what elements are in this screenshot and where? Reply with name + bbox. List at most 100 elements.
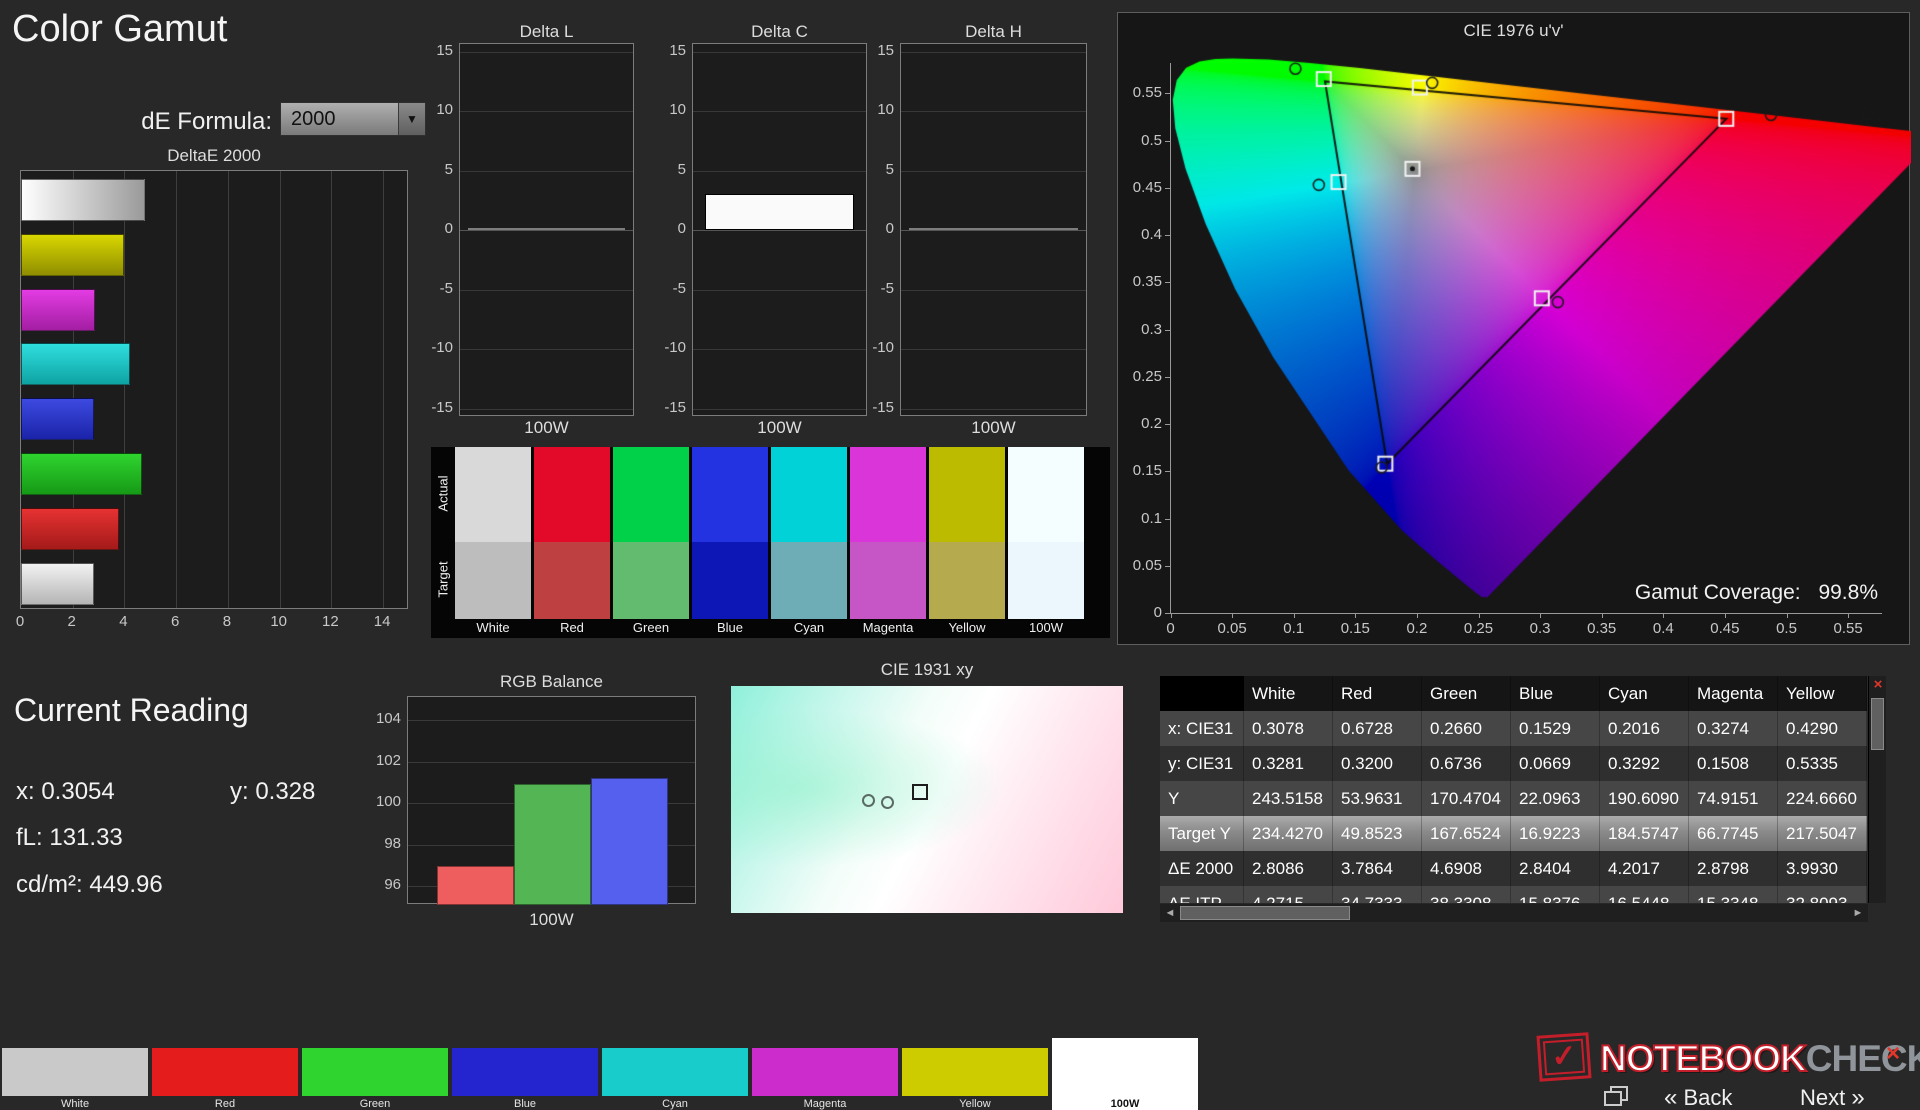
table-cell: 243.5158 <box>1244 781 1333 816</box>
table-cell: 0.3292 <box>1600 746 1689 781</box>
tick-label: 0.25 <box>1463 620 1494 637</box>
deltae-bar-blue <box>21 398 95 441</box>
color-patch-label: Yellow <box>959 1098 991 1110</box>
tick-label: 10 <box>669 101 686 118</box>
tick-label: 0.15 <box>1132 462 1162 480</box>
table-cell: 3.9930 <box>1778 851 1867 886</box>
color-patch-white[interactable] <box>2 1048 148 1096</box>
color-patch-magenta[interactable] <box>752 1048 898 1096</box>
tick-label: 0.05 <box>1217 620 1247 637</box>
swatch-target-white <box>455 542 531 619</box>
tick-label: 5 <box>444 160 453 178</box>
tick-label: 100 <box>375 793 401 811</box>
tick <box>1478 613 1480 618</box>
gridline <box>901 170 1086 172</box>
tick-label: 0.5 <box>1776 620 1797 637</box>
rgb-bar-green <box>514 784 591 905</box>
swatch-target-magenta <box>850 542 926 619</box>
tick <box>1165 140 1170 142</box>
tick-label: -5 <box>439 279 453 297</box>
cie1931-title: CIE 1931 xy <box>880 660 974 679</box>
delta-chart-title: Delta C <box>751 22 808 41</box>
table-vscrollbar[interactable]: × <box>1868 676 1886 903</box>
color-patch-blue[interactable] <box>452 1048 598 1096</box>
target-row-label: Target <box>435 561 451 598</box>
tick-label: 10 <box>270 613 287 630</box>
tick-label: 0.45 <box>1132 178 1162 196</box>
swatch-target-blue <box>692 542 768 619</box>
table-close-icon[interactable]: × <box>1869 676 1887 694</box>
current-reading-title: Current Reading <box>14 692 249 728</box>
cie1931-circle-marker <box>861 794 875 808</box>
page-title: Color Gamut <box>12 8 228 50</box>
table-vscroll-thumb[interactable] <box>1871 698 1884 750</box>
delta-chart-delta-c <box>692 43 867 416</box>
color-patch-green[interactable] <box>302 1048 448 1096</box>
gridline <box>693 51 866 53</box>
tick-label: 0 <box>1153 604 1162 621</box>
swatch-target-cyan <box>771 542 847 619</box>
tick-label: 15 <box>669 41 686 59</box>
table-cell: 2.8404 <box>1511 851 1600 886</box>
gridline <box>460 349 633 350</box>
table-cell: 34.7333 <box>1333 886 1422 903</box>
scroll-left-icon[interactable]: ◄ <box>1162 904 1178 922</box>
de-formula-dropdown[interactable]: 2000 ▼ <box>280 102 426 136</box>
table-header-cell: Green <box>1422 676 1511 711</box>
gridline <box>901 230 1086 231</box>
tick-label: 96 <box>384 876 401 894</box>
table-cell: 74.9151 <box>1689 781 1778 816</box>
table-cell: 0.3078 <box>1244 711 1333 746</box>
color-patch-label: 100W <box>1110 1098 1140 1110</box>
tick-label: 15 <box>436 41 453 59</box>
brand-check: CHECK <box>1805 1038 1920 1079</box>
back-button[interactable]: « Back <box>1664 1084 1732 1110</box>
gamut-coverage-label: Gamut Coverage: <box>1634 581 1801 604</box>
delta-xlabel: 100W <box>757 418 802 437</box>
cie1931-square-marker <box>911 784 928 800</box>
rgb-balance-chart <box>407 696 696 905</box>
tick-label: 0 <box>677 220 686 237</box>
gridline <box>383 171 385 608</box>
gridline <box>693 408 866 410</box>
swatch-label: Red <box>560 620 584 635</box>
gridline <box>176 171 178 608</box>
table-cell: 3.7864 <box>1333 851 1422 886</box>
tick-label: 15 <box>877 41 894 59</box>
tick <box>1416 613 1418 618</box>
tick-label: 104 <box>375 710 401 727</box>
next-button[interactable]: Next » <box>1800 1084 1865 1110</box>
notebookcheck-logo: NOTEBOOKCHECK <box>1599 1037 1920 1080</box>
tick-label: 0.45 <box>1710 620 1740 637</box>
table-cell: 167.6524 <box>1422 816 1511 851</box>
tick <box>1165 282 1170 284</box>
close-icon[interactable]: × <box>1886 1040 1900 1068</box>
color-patch-yellow[interactable] <box>902 1048 1048 1096</box>
next-label: Next <box>1800 1085 1846 1110</box>
color-patch-cyan[interactable] <box>602 1048 748 1096</box>
gridline <box>693 230 866 231</box>
swatch-label: 100W <box>1029 620 1063 635</box>
table-cell: 0.3281 <box>1244 746 1333 781</box>
table-hscroll-thumb[interactable] <box>1180 906 1350 920</box>
color-patch-red[interactable] <box>152 1048 298 1096</box>
swatch-actual-magenta <box>850 447 926 542</box>
restore-window-button[interactable] <box>1604 1086 1630 1106</box>
table-row-label: ΔE 2000 <box>1160 851 1244 886</box>
tick-label: 0.4 <box>1141 226 1162 243</box>
swatch-label: Cyan <box>793 620 825 635</box>
table-cell: 32.8093 <box>1778 886 1867 903</box>
table-hscrollbar[interactable]: ◄ ► <box>1160 904 1868 922</box>
tick-label: 8 <box>222 613 232 630</box>
table-cell: 0.6736 <box>1422 746 1511 781</box>
swatch-actual-100w <box>1008 447 1084 542</box>
tick-label: 0.15 <box>1340 620 1370 637</box>
gridline <box>693 349 866 350</box>
tick <box>1165 93 1170 95</box>
back-label: Back <box>1683 1085 1733 1110</box>
scroll-right-icon[interactable]: ► <box>1850 904 1866 922</box>
tick-label: 0 <box>15 613 25 630</box>
tick-label: -15 <box>431 398 453 416</box>
table-cell: 0.3200 <box>1333 746 1422 781</box>
reading-y: y: 0.328 <box>230 778 316 805</box>
